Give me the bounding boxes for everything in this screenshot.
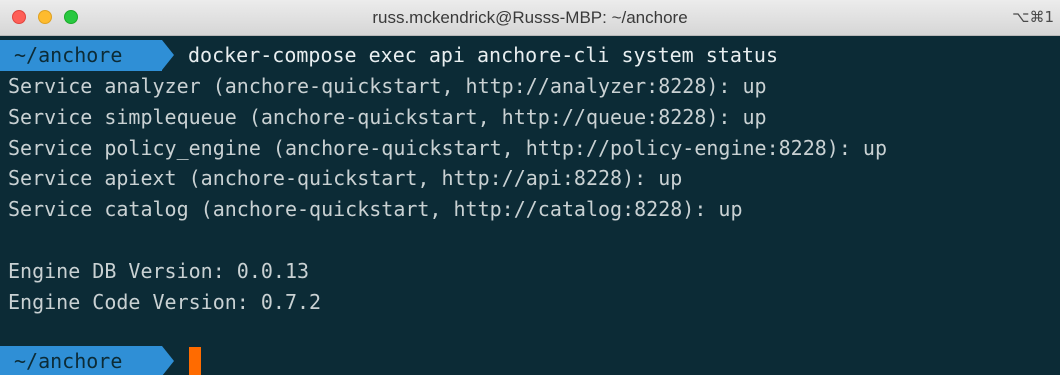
prompt-segment: ~/anchore — [0, 346, 162, 375]
prompt-path: ~/anchore — [14, 349, 123, 373]
output-line: Service catalog (anchore-quickstart, htt… — [8, 197, 743, 221]
prompt-line: ~/anchore — [0, 346, 1060, 375]
terminal-window: russ.mckendrick@Russs-MBP: ~/anchore ⌥⌘1… — [0, 0, 1060, 375]
output-line: Service policy_engine (anchore-quickstar… — [8, 136, 887, 160]
text-cursor — [189, 347, 201, 375]
terminal-content[interactable]: ~/anchore docker-compose exec api anchor… — [0, 36, 1060, 375]
title-bar: russ.mckendrick@Russs-MBP: ~/anchore ⌥⌘1 — [0, 0, 1060, 36]
output-line: Engine DB Version: 0.0.13 — [8, 259, 310, 283]
prompt-arrow-icon — [162, 346, 174, 375]
window-title: russ.mckendrick@Russs-MBP: ~/anchore — [372, 8, 688, 27]
prompt-line: ~/anchore docker-compose exec api anchor… — [0, 40, 1060, 71]
tab-shortcut-label: ⌥⌘1 — [1012, 8, 1054, 26]
output-line: Engine Code Version: 0.7.2 — [8, 290, 322, 314]
output-line: Service analyzer (anchore-quickstart, ht… — [8, 74, 767, 98]
prompt-arrow-icon — [162, 40, 174, 70]
prompt-segment: ~/anchore — [0, 40, 162, 71]
output-line: Service simplequeue (anchore-quickstart,… — [8, 105, 767, 129]
prompt-path: ~/anchore — [14, 43, 123, 67]
output-line: Service apiext (anchore-quickstart, http… — [8, 166, 683, 190]
command-text: docker-compose exec api anchore-cli syst… — [188, 43, 779, 67]
